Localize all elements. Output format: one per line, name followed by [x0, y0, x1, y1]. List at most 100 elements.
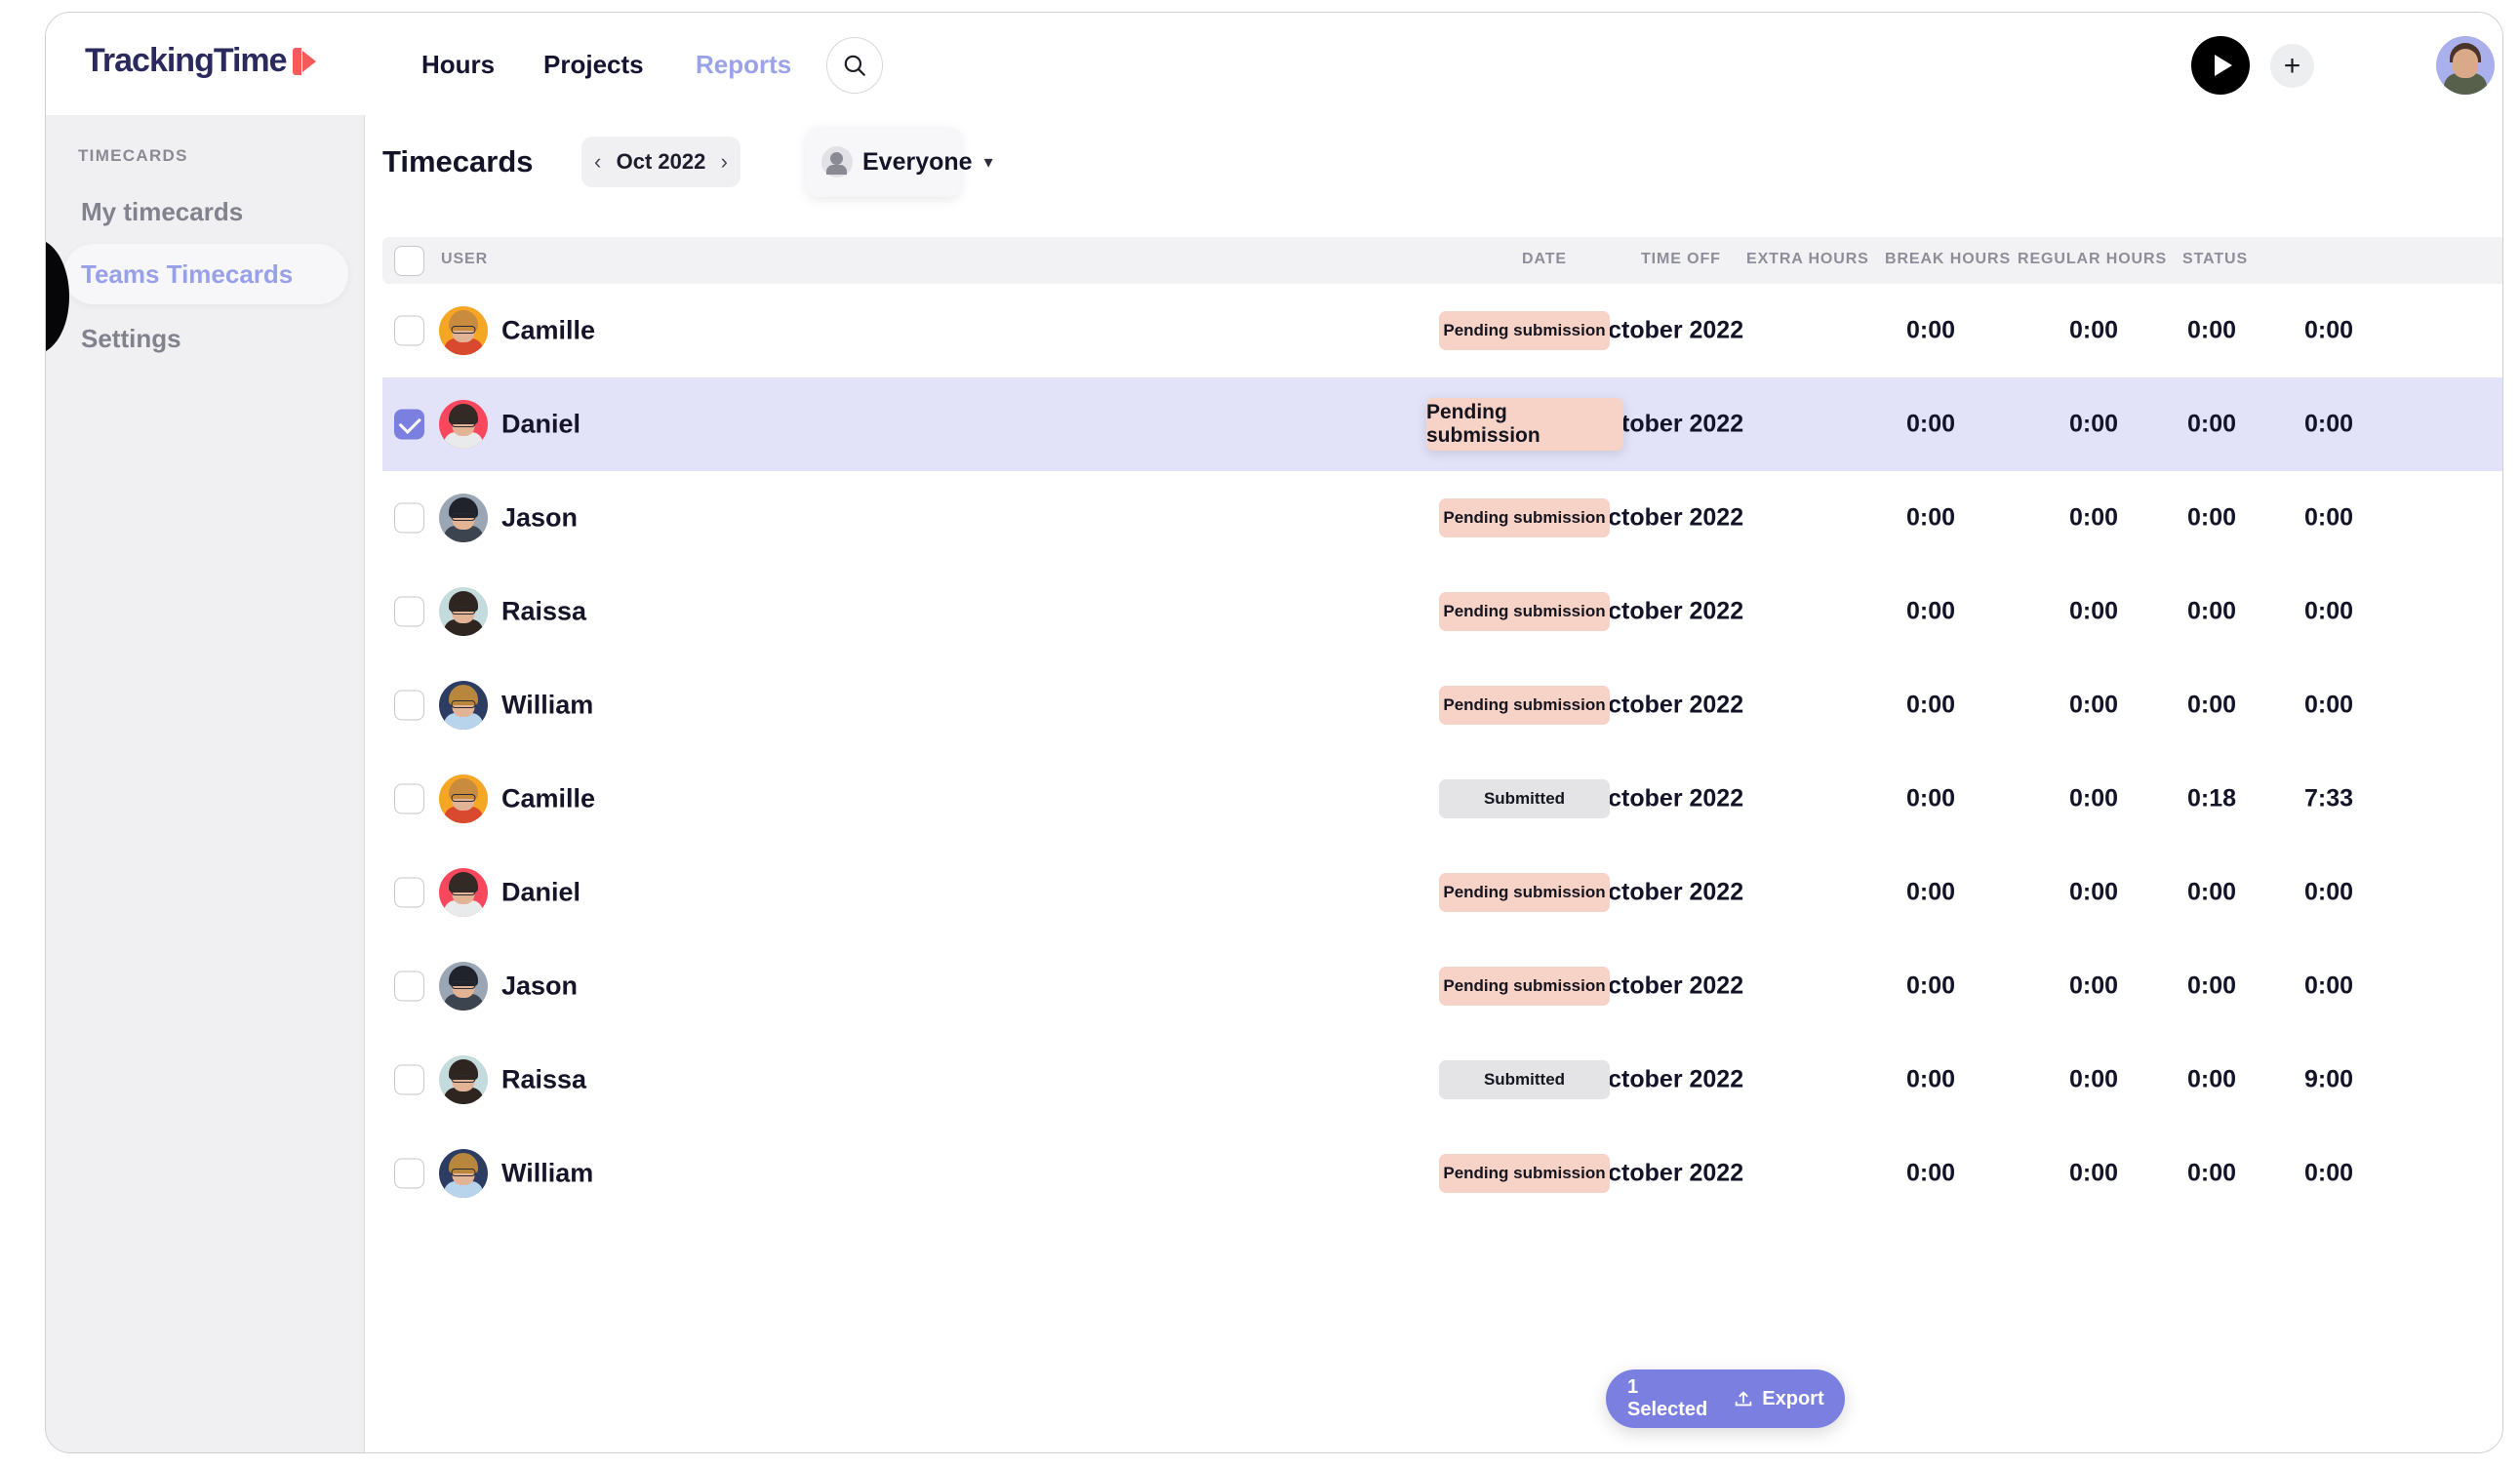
column-header-break-hours: BREAK HOURS	[1885, 251, 2012, 267]
row-checkbox[interactable]	[394, 783, 424, 814]
cell-time-off: 0:00	[1905, 1159, 1956, 1187]
timecards-table: USER DATE TIME OFF EXTRA HOURS BREAK HOU…	[382, 237, 2502, 1220]
row-checkbox[interactable]	[394, 1064, 424, 1095]
column-header-time-off: TIME OFF	[1641, 251, 1721, 267]
avatar	[439, 1055, 488, 1104]
avatar	[439, 400, 488, 449]
nav-item-hours[interactable]: Hours	[421, 50, 495, 80]
status-badge[interactable]: Pending submission	[1439, 311, 1610, 350]
cell-extra-hours: 0:00	[2068, 1065, 2119, 1093]
column-header-status: STATUS	[2182, 251, 2249, 267]
export-button[interactable]: Export	[1733, 1388, 1824, 1410]
cell-regular-hours: 9:00	[2303, 1065, 2354, 1093]
row-checkbox[interactable]	[394, 877, 424, 908]
cell-extra-hours: 0:00	[2068, 1159, 2119, 1187]
table-row[interactable]: Jason october 2022 0:00 0:00 0:00 0:00 Pending…	[382, 939, 2502, 1033]
user-name: Daniel	[501, 409, 581, 439]
status-badge[interactable]: Pending submission	[1439, 686, 1610, 725]
row-checkbox[interactable]	[394, 315, 424, 346]
cell-regular-hours: 0:00	[2303, 597, 2354, 625]
bulk-action-bar: 1 Selected Export	[1606, 1369, 1845, 1428]
avatar	[439, 962, 488, 1011]
table-row[interactable]: Camille october 2022 0:00 0:00 0:18 7:33 Submi…	[382, 752, 2502, 846]
cell-break-hours: 0:00	[2186, 691, 2237, 719]
table-row[interactable]: Raissa october 2022 0:00 0:00 0:00 0:00 Pendin…	[382, 565, 2502, 658]
next-month-button[interactable]: ›	[721, 149, 728, 175]
row-checkbox[interactable]	[394, 409, 424, 440]
user-name: Jason	[501, 971, 579, 1001]
cell-break-hours: 0:00	[2186, 878, 2237, 906]
people-icon	[821, 146, 853, 178]
cell-break-hours: 0:18	[2186, 784, 2237, 813]
team-filter-dropdown[interactable]: Everyone ▾	[806, 127, 993, 197]
cell-time-off: 0:00	[1905, 972, 1956, 1000]
row-checkbox[interactable]	[394, 971, 424, 1002]
status-badge[interactable]: Pending submission	[1439, 592, 1610, 631]
month-navigator[interactable]: ‹ Oct 2022 ›	[581, 137, 740, 187]
table-row[interactable]: Daniel october 2022 0:00 0:00 0:00 0:00 Pendin…	[382, 377, 2502, 471]
avatar	[439, 587, 488, 636]
row-checkbox[interactable]	[394, 1158, 424, 1189]
column-header-regular-hours: REGULAR HOURS	[2018, 251, 2168, 267]
avatar	[439, 1149, 488, 1198]
sidebar-item-teams-timecards[interactable]: Teams Timecards	[63, 244, 348, 304]
table-row[interactable]: Jason october 2022 0:00 0:00 0:00 0:00 Pending…	[382, 471, 2502, 565]
table-body: Camille october 2022 0:00 0:00 0:00 0:00 Pendi…	[382, 284, 2502, 1220]
search-button[interactable]	[826, 37, 883, 94]
cell-time-off: 0:00	[1905, 410, 1956, 438]
play-icon	[2214, 55, 2232, 76]
app-window: TrackingTime Hours Projects Reports + TI…	[45, 12, 2503, 1453]
cell-break-hours: 0:00	[2186, 1159, 2237, 1187]
select-all-checkbox[interactable]	[394, 246, 424, 276]
cell-time-off: 0:00	[1905, 503, 1956, 532]
cell-time-off: 0:00	[1905, 784, 1956, 813]
table-row[interactable]: William october 2022 0:00 0:00 0:00 0:00 Pendi…	[382, 1127, 2502, 1220]
cell-extra-hours: 0:00	[2068, 878, 2119, 906]
row-checkbox[interactable]	[394, 502, 424, 534]
status-badge[interactable]: Submitted	[1439, 779, 1610, 818]
start-timer-button[interactable]	[2191, 36, 2250, 95]
avatar	[439, 681, 488, 730]
avatar	[439, 774, 488, 823]
logo-text: TrackingTime	[85, 42, 288, 79]
table-row[interactable]: Daniel october 2022 0:00 0:00 0:00 0:00 Pendin…	[382, 846, 2502, 939]
status-badge[interactable]: Pending submission	[1439, 873, 1610, 912]
sidebar-item-settings[interactable]: Settings	[63, 308, 348, 369]
cell-time-off: 0:00	[1905, 691, 1956, 719]
row-checkbox[interactable]	[394, 596, 424, 627]
status-badge[interactable]: Submitted	[1439, 1060, 1610, 1099]
table-row[interactable]: Raissa october 2022 0:00 0:00 0:00 9:00 Submit…	[382, 1033, 2502, 1127]
selected-count-label: 1 Selected	[1627, 1376, 1708, 1420]
cell-regular-hours: 0:00	[2303, 972, 2354, 1000]
user-name: Camille	[501, 315, 596, 345]
user-name: William	[501, 690, 594, 720]
status-badge[interactable]: Pending submission	[1439, 1154, 1610, 1193]
add-button[interactable]: +	[2270, 44, 2314, 88]
table-row[interactable]: William october 2022 0:00 0:00 0:00 0:00 Pendi…	[382, 658, 2502, 752]
cell-time-off: 0:00	[1905, 597, 1956, 625]
nav-item-reports[interactable]: Reports	[696, 50, 791, 80]
user-name: Daniel	[501, 877, 581, 907]
row-checkbox[interactable]	[394, 690, 424, 721]
avatar	[439, 868, 488, 917]
cell-regular-hours: 0:00	[2303, 691, 2354, 719]
status-badge[interactable]: Pending submission	[1439, 967, 1610, 1006]
account-avatar[interactable]	[2436, 36, 2495, 95]
status-badge[interactable]: Pending submission	[1439, 498, 1610, 537]
column-header-date: DATE	[1522, 251, 1567, 267]
top-navigation-bar: TrackingTime Hours Projects Reports +	[46, 13, 2502, 115]
cell-break-hours: 0:00	[2186, 597, 2237, 625]
app-logo[interactable]: TrackingTime	[85, 42, 316, 80]
column-header-user: USER	[441, 251, 489, 267]
nav-item-projects[interactable]: Projects	[543, 50, 644, 80]
user-name: Raissa	[501, 1064, 587, 1094]
cell-regular-hours: 0:00	[2303, 410, 2354, 438]
status-badge[interactable]: Pending submission	[1426, 398, 1623, 451]
column-header-extra-hours: EXTRA HOURS	[1746, 251, 1869, 267]
sidebar-section-heading: TIMECARDS	[78, 146, 188, 165]
avatar	[439, 306, 488, 355]
cell-extra-hours: 0:00	[2068, 972, 2119, 1000]
sidebar-item-my-timecards[interactable]: My timecards	[63, 181, 348, 242]
table-row[interactable]: Camille october 2022 0:00 0:00 0:00 0:00 Pendi…	[382, 284, 2502, 377]
prev-month-button[interactable]: ‹	[594, 149, 601, 175]
